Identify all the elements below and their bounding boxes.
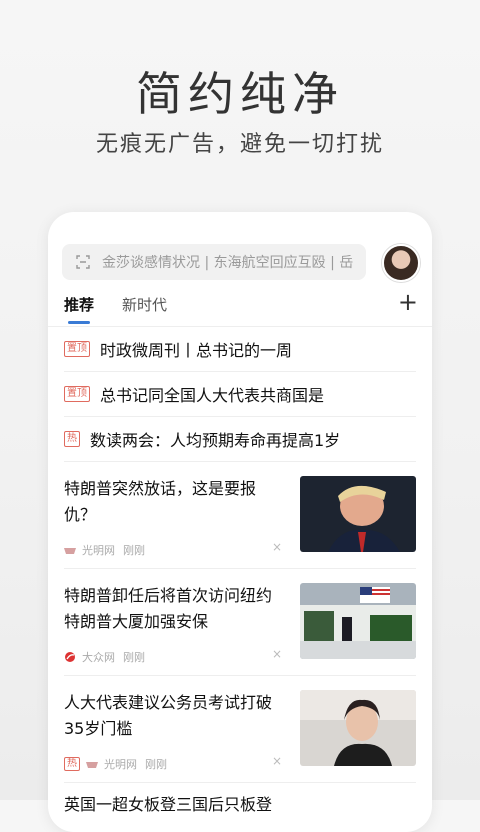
tab-new-era[interactable]: 新时代	[122, 294, 167, 315]
hot-badge: 热	[64, 757, 80, 771]
news-title[interactable]: 英国一超女板登三国后只板登	[64, 795, 272, 814]
list-item[interactable]: 置顶 总书记同全国人大代表共商国是	[64, 372, 416, 417]
news-time: 刚刚	[123, 544, 145, 557]
news-source: 光明网	[82, 544, 115, 557]
news-title[interactable]: 特朗普卸任后将首次访问纽约特朗普大厦加强安保	[64, 583, 286, 635]
phone-frame: 金莎谈感情状况 | 东海航空回应互殴 | 岳 推荐 新时代 + 置顶 时政微周刊…	[48, 212, 432, 832]
news-meta: 大众网 刚刚	[64, 649, 145, 665]
source-logo-icon	[86, 762, 98, 768]
list-item-title[interactable]: 数读两会：人均预期寿命再提高1岁	[90, 427, 340, 451]
channel-tabs: 推荐 新时代 +	[64, 288, 420, 324]
hero-title: 简约纯净	[136, 67, 344, 121]
active-tab-indicator	[68, 321, 90, 324]
dismiss-icon[interactable]: ×	[272, 754, 282, 768]
hot-badge: 热	[64, 431, 80, 447]
source-logo-icon	[65, 652, 75, 662]
list-item-title[interactable]: 总书记同全国人大代表共商国是	[100, 382, 324, 406]
list-item[interactable]: 置顶 时政微周刊丨总书记的一周	[64, 327, 416, 372]
news-thumbnail[interactable]	[300, 476, 416, 552]
search-placeholder: 金莎谈感情状况 | 东海航空回应互殴 | 岳	[102, 255, 354, 271]
news-item[interactable]: 人大代表建议公务员考试打破35岁门槛 热 光明网 刚刚 ×	[64, 676, 416, 783]
news-thumbnail[interactable]	[300, 583, 416, 659]
top-bar: 金莎谈感情状况 | 东海航空回应互殴 | 岳	[60, 242, 420, 282]
news-item[interactable]: 特朗普卸任后将首次访问纽约特朗普大厦加强安保 大众网 刚刚 ×	[64, 569, 416, 676]
scan-icon[interactable]	[76, 255, 90, 269]
search-bar[interactable]: 金莎谈感情状况 | 东海航空回应互殴 | 岳	[62, 244, 366, 280]
tab-recommend[interactable]: 推荐	[64, 294, 94, 315]
news-source: 光明网	[104, 758, 137, 771]
news-meta: 热 光明网 刚刚	[64, 756, 167, 772]
list-item[interactable]: 热 数读两会：人均预期寿命再提高1岁	[64, 417, 416, 462]
source-logo-icon	[64, 548, 76, 554]
dismiss-icon[interactable]: ×	[272, 540, 282, 554]
dismiss-icon[interactable]: ×	[272, 647, 282, 661]
news-item[interactable]: 英国一超女板登三国后只板登	[64, 791, 416, 821]
pinned-badge: 置顶	[64, 341, 90, 357]
news-source: 大众网	[82, 651, 115, 664]
list-item-title[interactable]: 时政微周刊丨总书记的一周	[100, 337, 292, 361]
news-time: 刚刚	[145, 758, 167, 771]
news-feed: 置顶 时政微周刊丨总书记的一周 置顶 总书记同全国人大代表共商国是 热 数读两会…	[48, 327, 432, 821]
news-meta: 光明网 刚刚	[64, 542, 145, 558]
news-item[interactable]: 特朗普突然放话，这是要报仇？ 光明网 刚刚 ×	[64, 462, 416, 569]
hero-subtitle: 无痕无广告，避免一切打扰	[95, 132, 384, 157]
news-title[interactable]: 特朗普突然放话，这是要报仇？	[64, 476, 286, 528]
avatar[interactable]	[382, 244, 420, 282]
news-time: 刚刚	[123, 651, 145, 664]
pinned-badge: 置顶	[64, 386, 90, 402]
add-channel-button[interactable]: +	[398, 288, 418, 316]
news-thumbnail[interactable]	[300, 690, 416, 766]
news-title[interactable]: 人大代表建议公务员考试打破35岁门槛	[64, 690, 286, 742]
